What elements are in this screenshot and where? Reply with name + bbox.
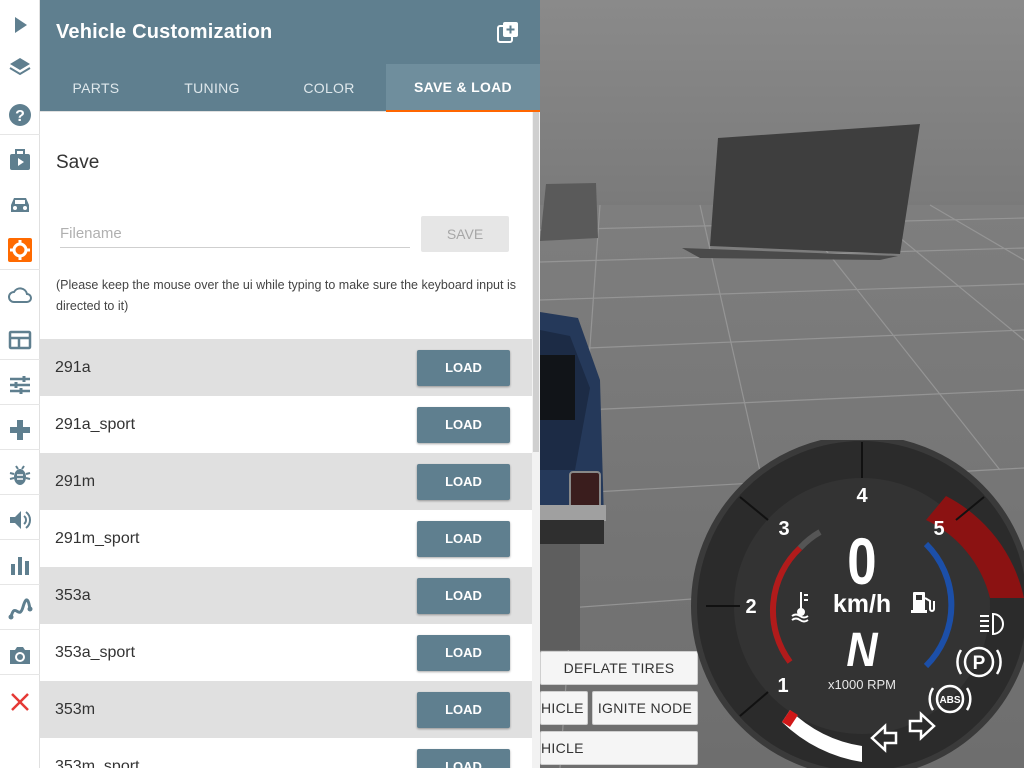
filename-input[interactable]: [60, 220, 410, 248]
gear-readout: N: [846, 623, 878, 677]
config-list: 291a LOAD 291a_sport LOAD 291m LOAD 291m_sport…: [40, 339, 532, 768]
config-row: 291m_sport LOAD: [40, 510, 532, 567]
toolbar-window-button[interactable]: [0, 320, 40, 360]
speed-unit: km/h: [833, 590, 891, 618]
tab-save-load[interactable]: SAVE & LOAD: [386, 64, 540, 112]
load-button[interactable]: LOAD: [417, 349, 510, 386]
config-name: 353m_sport: [55, 757, 140, 768]
panel-title: Vehicle Customization: [56, 20, 273, 43]
load-button[interactable]: LOAD: [417, 463, 510, 500]
cloud-icon: [8, 287, 32, 303]
toolbar-camera-button[interactable]: [0, 635, 40, 675]
vehicle-customization-panel: Vehicle Customization PARTS TUNING COLOR…: [40, 0, 540, 768]
config-row: 353m_sport LOAD: [40, 738, 532, 768]
chart-icon: [11, 556, 29, 575]
close-icon: [11, 693, 29, 711]
toolbar-scenario-button[interactable]: [0, 140, 40, 180]
volume-icon: [10, 510, 31, 529]
load-button[interactable]: LOAD: [417, 406, 510, 443]
abs-label: ABS: [939, 695, 960, 706]
speed-readout: 0: [847, 524, 876, 598]
keyboard-hint: (Please keep the mouse over the ui while…: [56, 278, 516, 313]
scrollbar-thumb[interactable]: [533, 112, 539, 452]
config-name: 291a: [55, 358, 91, 376]
toolbar-volume-button[interactable]: [0, 500, 40, 540]
play-icon: [15, 17, 27, 33]
config-row: 291a_sport LOAD: [40, 396, 532, 453]
tab-parts[interactable]: PARTS: [40, 64, 152, 112]
ramp-small: [540, 183, 598, 241]
panel-scrollbar[interactable]: [532, 112, 540, 768]
rpm-tick-4: 4: [856, 485, 868, 507]
config-name: 353a: [55, 586, 91, 604]
toolbar-gear-button[interactable]: [0, 230, 40, 270]
ignite-node-button[interactable]: IGNITE NODE: [592, 691, 698, 725]
toolbar-close-button[interactable]: [0, 682, 40, 722]
rpm-unit-label: x1000 RPM: [828, 677, 896, 692]
panel-header: Vehicle Customization: [40, 0, 540, 64]
toolbar-play-button[interactable]: [0, 5, 40, 45]
config-name: 353m: [55, 700, 96, 718]
toolbar-help-button[interactable]: ?: [0, 95, 40, 135]
layers-icon: [9, 58, 31, 76]
config-row: 291m LOAD: [40, 453, 532, 510]
load-button[interactable]: LOAD: [417, 577, 510, 614]
toolbar-cloud-button[interactable]: [0, 275, 40, 315]
config-row: 353a_sport LOAD: [40, 624, 532, 681]
config-name: 291m: [55, 472, 96, 490]
toolbar-sliders-button[interactable]: [0, 365, 40, 405]
config-name: 291a_sport: [55, 415, 136, 433]
load-button[interactable]: LOAD: [417, 748, 510, 768]
add-config-icon[interactable]: [496, 20, 520, 44]
save-heading: Save: [56, 152, 100, 173]
main-toolbar: ?: [0, 0, 40, 768]
tab-color[interactable]: COLOR: [272, 64, 386, 112]
save-load-content[interactable]: Save SAVE (Please keep the mouse over th…: [40, 112, 532, 768]
load-button[interactable]: LOAD: [417, 520, 510, 557]
rpm-tick-5: 5: [933, 518, 944, 540]
gamepad-icon: [10, 419, 30, 440]
help-icon: ?: [9, 103, 31, 126]
rpm-tick-3: 3: [778, 518, 789, 540]
save-button[interactable]: SAVE: [421, 216, 509, 252]
load-button[interactable]: LOAD: [417, 634, 510, 671]
sliders-icon: [10, 375, 30, 394]
config-name: 353a_sport: [55, 643, 136, 661]
ramp-large: [682, 124, 920, 260]
dashboard-gauge: 1 2 3 4 5 0 km/h N x1000 RPM P ABS: [691, 440, 1024, 768]
vehicle-action-button-1[interactable]: HICLE: [540, 691, 588, 725]
config-name: 291m_sport: [55, 529, 140, 547]
toolbar-car-button[interactable]: [0, 185, 40, 225]
scenario-icon: [10, 149, 30, 170]
rpm-tick-2: 2: [745, 596, 756, 618]
toolbar-chart-button[interactable]: [0, 545, 40, 585]
toolbar-bug-button[interactable]: [0, 455, 40, 495]
camera-icon: [10, 646, 30, 664]
parking-brake-label: P: [973, 653, 986, 674]
svg-text:?: ?: [15, 108, 25, 125]
deflate-tires-button[interactable]: DEFLATE TIRES: [540, 651, 698, 685]
load-button[interactable]: LOAD: [417, 691, 510, 728]
rpm-tick-1: 1: [777, 675, 788, 697]
toolbar-gamepad-button[interactable]: [0, 410, 40, 450]
car-icon: [11, 198, 29, 212]
config-row: 353a LOAD: [40, 567, 532, 624]
config-row: 353m LOAD: [40, 681, 532, 738]
gear-icon: [8, 237, 32, 262]
window-icon: [8, 330, 32, 349]
bug-icon: [9, 464, 31, 485]
config-row: 291a LOAD: [40, 339, 532, 396]
toolbar-road-button[interactable]: [0, 590, 40, 630]
tab-tuning[interactable]: TUNING: [152, 64, 272, 112]
toolbar-layers-button[interactable]: [0, 48, 40, 88]
panel-tabs: PARTS TUNING COLOR SAVE & LOAD: [40, 64, 540, 112]
vehicle-action-button-2[interactable]: HICLE: [540, 731, 698, 765]
road-icon: [8, 597, 33, 619]
